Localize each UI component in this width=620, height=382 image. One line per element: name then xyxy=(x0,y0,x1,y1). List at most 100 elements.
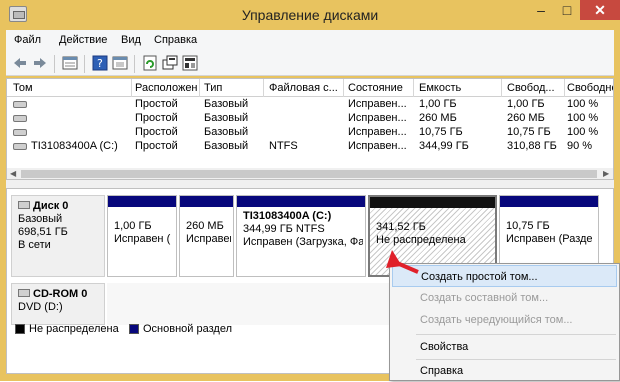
legend: Не распределена Основной раздел xyxy=(11,322,391,338)
menu-item-label: Создать составной том... xyxy=(420,292,549,304)
menu-view[interactable]: Вид xyxy=(121,34,141,46)
column-header-type[interactable]: Тип xyxy=(204,82,259,94)
scrollbar-thumb[interactable] xyxy=(21,170,597,178)
window-title: Управление дисками xyxy=(241,7,379,23)
rescan-icon[interactable] xyxy=(162,55,178,71)
volume-status: Исправен... xyxy=(348,98,407,110)
disk-size: 698,51 ГБ xyxy=(18,226,68,238)
menu-item-label: Создать простой том... xyxy=(421,271,538,283)
pane-splitter[interactable] xyxy=(6,180,614,188)
partition-recovery[interactable]: 1,00 ГБ Исправен ( xyxy=(107,195,177,277)
volume-capacity: 344,99 ГБ xyxy=(419,140,469,152)
maximize-button[interactable]: □ xyxy=(554,0,580,20)
column-separator[interactable] xyxy=(343,79,344,97)
partition-c-drive[interactable]: TI31083400A (C:) 344,99 ГБ NTFS Исправен (… xyxy=(236,195,366,277)
menu-help[interactable]: Справка xyxy=(154,34,197,46)
column-header-filesystem[interactable]: Файловая с... xyxy=(269,82,341,94)
volume-layout: Простой xyxy=(135,140,178,152)
column-header-status[interactable]: Состояние xyxy=(348,82,412,94)
column-separator[interactable] xyxy=(413,79,414,97)
partition-system[interactable]: 260 МБ Исправен xyxy=(179,195,234,277)
partition-size: 1,00 ГБ xyxy=(114,220,152,232)
properties-icon[interactable] xyxy=(112,55,128,71)
legend-label-unallocated: Не распределена xyxy=(29,323,119,335)
volume-capacity: 1,00 ГБ xyxy=(419,98,457,110)
column-header-free-percent[interactable]: Свободно xyxy=(567,82,613,94)
help-icon[interactable]: ? xyxy=(92,55,108,71)
table-row[interactable]: Простой Базовый Исправен... 260 МБ 260 М… xyxy=(7,112,613,126)
partition-size: 10,75 ГБ xyxy=(506,220,550,232)
table-row[interactable]: Простой Базовый Исправен... 1,00 ГБ 1,00… xyxy=(7,98,613,112)
back-arrow-icon[interactable] xyxy=(12,55,28,71)
column-separator[interactable] xyxy=(501,79,502,97)
disk-name: Диск 0 xyxy=(33,200,69,212)
partition-size: 260 МБ xyxy=(186,220,224,232)
partition-bar xyxy=(370,197,495,208)
column-header-volume[interactable]: Том xyxy=(13,82,129,94)
menu-item-create-striped-volume[interactable]: Создать чередующийся том... xyxy=(392,309,617,331)
column-separator[interactable] xyxy=(131,79,132,97)
menu-item-properties[interactable]: Свойства xyxy=(392,336,617,358)
menu-bar: Файл Действие Вид Справка xyxy=(6,30,614,52)
drive-icon xyxy=(13,101,27,108)
partition-bar xyxy=(500,196,598,207)
volume-status: Исправен... xyxy=(348,140,407,152)
menu-file[interactable]: Файл xyxy=(14,34,41,46)
cdrom-title: CD-ROM 0 xyxy=(18,288,98,301)
column-separator[interactable] xyxy=(263,79,264,97)
menu-action[interactable]: Действие xyxy=(59,34,107,46)
title-bar[interactable]: Управление дисками – □ ✕ xyxy=(0,0,620,30)
close-button[interactable]: ✕ xyxy=(580,0,620,20)
volume-status: Исправен... xyxy=(348,112,407,124)
volume-name: TI31083400A (C:) xyxy=(31,140,118,152)
menu-item-label: Создать чередующийся том... xyxy=(420,314,573,326)
red-arrow-icon xyxy=(386,250,419,274)
menu-item-create-spanned-volume[interactable]: Создать составной том... xyxy=(392,287,617,309)
toolbar: ? xyxy=(6,52,614,76)
menu-item-label: Свойства xyxy=(420,341,469,353)
column-separator[interactable] xyxy=(199,79,200,97)
horizontal-scrollbar[interactable]: ◀ ▶ xyxy=(7,168,613,179)
scroll-right-arrow-icon[interactable]: ▶ xyxy=(603,168,609,179)
scroll-left-arrow-icon[interactable]: ◀ xyxy=(10,168,16,179)
disk-type: Базовый xyxy=(18,213,63,225)
column-header-layout[interactable]: Расположение xyxy=(135,82,197,94)
settings-icon[interactable] xyxy=(182,55,198,71)
volume-free: 310,88 ГБ xyxy=(507,140,557,152)
volume-capacity: 260 МБ xyxy=(419,112,457,124)
disk-state: В сети xyxy=(18,239,51,251)
menu-item-create-simple-volume[interactable]: Создать простой том... xyxy=(392,265,617,287)
volume-layout: Простой xyxy=(135,98,178,110)
legend-swatch-primary xyxy=(129,324,139,334)
cdrom-0-label[interactable]: CD-ROM 0 DVD (D:) xyxy=(11,283,105,325)
partition-status: Не распределена xyxy=(376,234,466,246)
partition-status: Исправен (Загрузка, Фа xyxy=(243,236,363,248)
drive-icon xyxy=(13,143,27,150)
partition-status: Исправен (Разде xyxy=(506,233,593,245)
volume-filesystem: NTFS xyxy=(269,140,298,152)
volume-type: Базовый xyxy=(204,140,249,152)
column-separator[interactable] xyxy=(564,79,565,97)
volume-free-percent: 100 % xyxy=(567,112,599,124)
disk-0-label[interactable]: Диск 0 Базовый 698,51 ГБ В сети xyxy=(11,195,105,277)
menu-item-help[interactable]: Справка xyxy=(392,360,617,382)
context-menu: Создать простой том... Создать составной… xyxy=(389,263,620,381)
menu-separator xyxy=(416,334,616,335)
table-row[interactable]: Простой Базовый Исправен... 10,75 ГБ 10,… xyxy=(7,126,613,140)
table-row[interactable]: TI31083400A (C:) Простой Базовый NTFS Ис… xyxy=(7,140,613,154)
column-header-free[interactable]: Свобод... xyxy=(507,82,563,94)
cdrom-icon xyxy=(18,289,30,297)
toolbar-separator xyxy=(134,55,135,73)
volume-list: Том Расположение Тип Файловая с... Состо… xyxy=(6,78,614,180)
forward-arrow-icon[interactable] xyxy=(32,55,48,71)
column-header-capacity[interactable]: Емкость xyxy=(419,82,499,94)
volume-capacity: 10,75 ГБ xyxy=(419,126,463,138)
menu-item-label: Справка xyxy=(420,365,464,377)
partition-bar xyxy=(108,196,176,207)
partition-label: TI31083400A (C:) xyxy=(243,210,332,222)
cdrom-name: CD-ROM 0 xyxy=(33,288,88,300)
properties-icon[interactable] xyxy=(62,55,78,71)
partition-status: Исправен ( xyxy=(114,233,171,245)
minimize-button[interactable]: – xyxy=(528,0,554,20)
refresh-icon[interactable] xyxy=(142,55,158,71)
